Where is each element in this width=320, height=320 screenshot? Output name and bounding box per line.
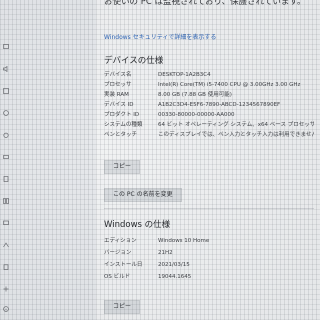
sidebar-item-about[interactable] xyxy=(0,302,96,316)
sidebar-item-power[interactable] xyxy=(0,128,96,142)
spec-row-processor: プロセッサ Intel(R) Core(TM) i5-7400 CPU @ 3.… xyxy=(104,80,314,90)
sidebar-item-projecting[interactable] xyxy=(0,216,96,230)
sidebar-item-remote[interactable] xyxy=(0,282,96,296)
spec-label: プロダクト ID xyxy=(104,112,140,118)
spec-row-edition: エディション Windows 10 Home xyxy=(104,236,314,246)
spec-label: プロセッサ xyxy=(104,82,132,88)
windows-specs-heading: Windows の仕様 xyxy=(104,220,171,230)
spec-label: システムの種類 xyxy=(104,122,143,128)
spec-value: DESKTOP-1A2B3C4 xyxy=(158,72,211,78)
sidebar-item-notifications[interactable] xyxy=(0,84,96,98)
sidebar-item-multitasking[interactable] xyxy=(0,194,96,208)
about-page: お使いの PC は監視されており、保護されています。 Windows セキュリテ… xyxy=(104,0,314,320)
spec-value: 8.00 GB (7.88 GB 使用可能) xyxy=(158,92,232,98)
spec-row-device-name: デバイス名 DESKTOP-1A2B3C4 xyxy=(104,70,314,80)
display-icon xyxy=(3,43,9,50)
spec-value: 19044.1645 xyxy=(158,274,192,280)
spec-row-pen-touch: ペンとタッチ このディスプレイでは、ペン入力とタッチ入力は利用できません xyxy=(104,130,314,140)
spec-row-version: バージョン 21H2 xyxy=(104,248,314,258)
spec-row-os-build: OS ビルド 19044.1645 xyxy=(104,272,314,282)
spec-label: エディション xyxy=(104,238,137,244)
storage-icon xyxy=(3,154,9,160)
section-divider xyxy=(104,208,314,209)
spec-row-device-id: デバイス ID A1B2C3D4-E5F6-7890-ABCD-12345678… xyxy=(104,100,314,110)
remote-icon xyxy=(3,286,9,292)
notifications-icon xyxy=(3,87,9,94)
spec-row-ram: 実装 RAM 8.00 GB (7.88 GB 使用可能) xyxy=(104,90,314,100)
settings-sidebar xyxy=(0,0,96,320)
sidebar-item-tablet[interactable] xyxy=(0,172,96,186)
copy-device-specs-button[interactable]: コピー xyxy=(104,160,141,174)
power-icon xyxy=(3,132,9,138)
spec-row-install-date: インストール日 2021/03/15 xyxy=(104,260,314,270)
spec-label: デバイス ID xyxy=(104,102,134,108)
sidebar-item-clipboard[interactable] xyxy=(0,260,96,274)
spec-value: 64 ビット オペレーティング システム、x64 ベース プロセッサ xyxy=(158,122,314,128)
spec-row-system-type: システムの種類 64 ビット オペレーティング システム、x64 ベース プロセ… xyxy=(104,120,314,130)
focus-icon xyxy=(3,109,9,116)
copy-windows-specs-button[interactable]: コピー xyxy=(104,300,141,314)
spec-label: OS ビルド xyxy=(104,274,131,280)
spec-value: Intel(R) Core(TM) i5-7400 CPU @ 3.00GHz … xyxy=(158,82,301,88)
spec-value: A1B2C3D4-E5F6-7890-ABCD-1234567890EF xyxy=(158,102,281,108)
clipboard-icon xyxy=(3,263,9,270)
spec-row-product-id: プロダクト ID 00330-80000-00000-AA000 xyxy=(104,110,314,120)
spec-label: インストール日 xyxy=(104,262,143,268)
sidebar-item-storage[interactable] xyxy=(0,150,96,164)
spec-value: このディスプレイでは、ペン入力とタッチ入力は利用できません xyxy=(158,132,314,138)
sound-icon xyxy=(3,65,9,72)
rename-pc-button[interactable]: この PC の名前を変更 xyxy=(104,188,182,202)
tablet-icon xyxy=(3,175,9,182)
security-status-text: お使いの PC は監視されており、保護されています。 xyxy=(104,0,306,7)
settings-window: お使いの PC は監視されており、保護されています。 Windows セキュリテ… xyxy=(0,0,320,320)
security-details-link[interactable]: Windows セキュリティで詳細を表示する xyxy=(104,32,216,41)
sidebar-item-shared[interactable] xyxy=(0,238,96,252)
spec-label: バージョン xyxy=(104,250,132,256)
multitasking-icon xyxy=(3,197,9,204)
sidebar-item-sound[interactable] xyxy=(0,62,96,76)
spec-value: 00330-80000-00000-AA000 xyxy=(158,112,235,118)
spec-value: Windows 10 Home xyxy=(158,238,210,244)
sidebar-item-focus[interactable] xyxy=(0,106,96,120)
spec-label: ペンとタッチ xyxy=(104,132,138,138)
about-icon xyxy=(3,305,9,312)
sidebar-item-display[interactable] xyxy=(0,40,96,54)
spec-label: デバイス名 xyxy=(104,72,132,78)
spec-label: 実装 RAM xyxy=(104,92,129,98)
device-specs-heading: デバイスの仕様 xyxy=(104,56,164,66)
spec-value: 21H2 xyxy=(158,250,173,256)
spec-value: 2021/03/15 xyxy=(158,262,190,268)
projecting-icon xyxy=(3,220,9,226)
shared-icon xyxy=(3,241,9,248)
